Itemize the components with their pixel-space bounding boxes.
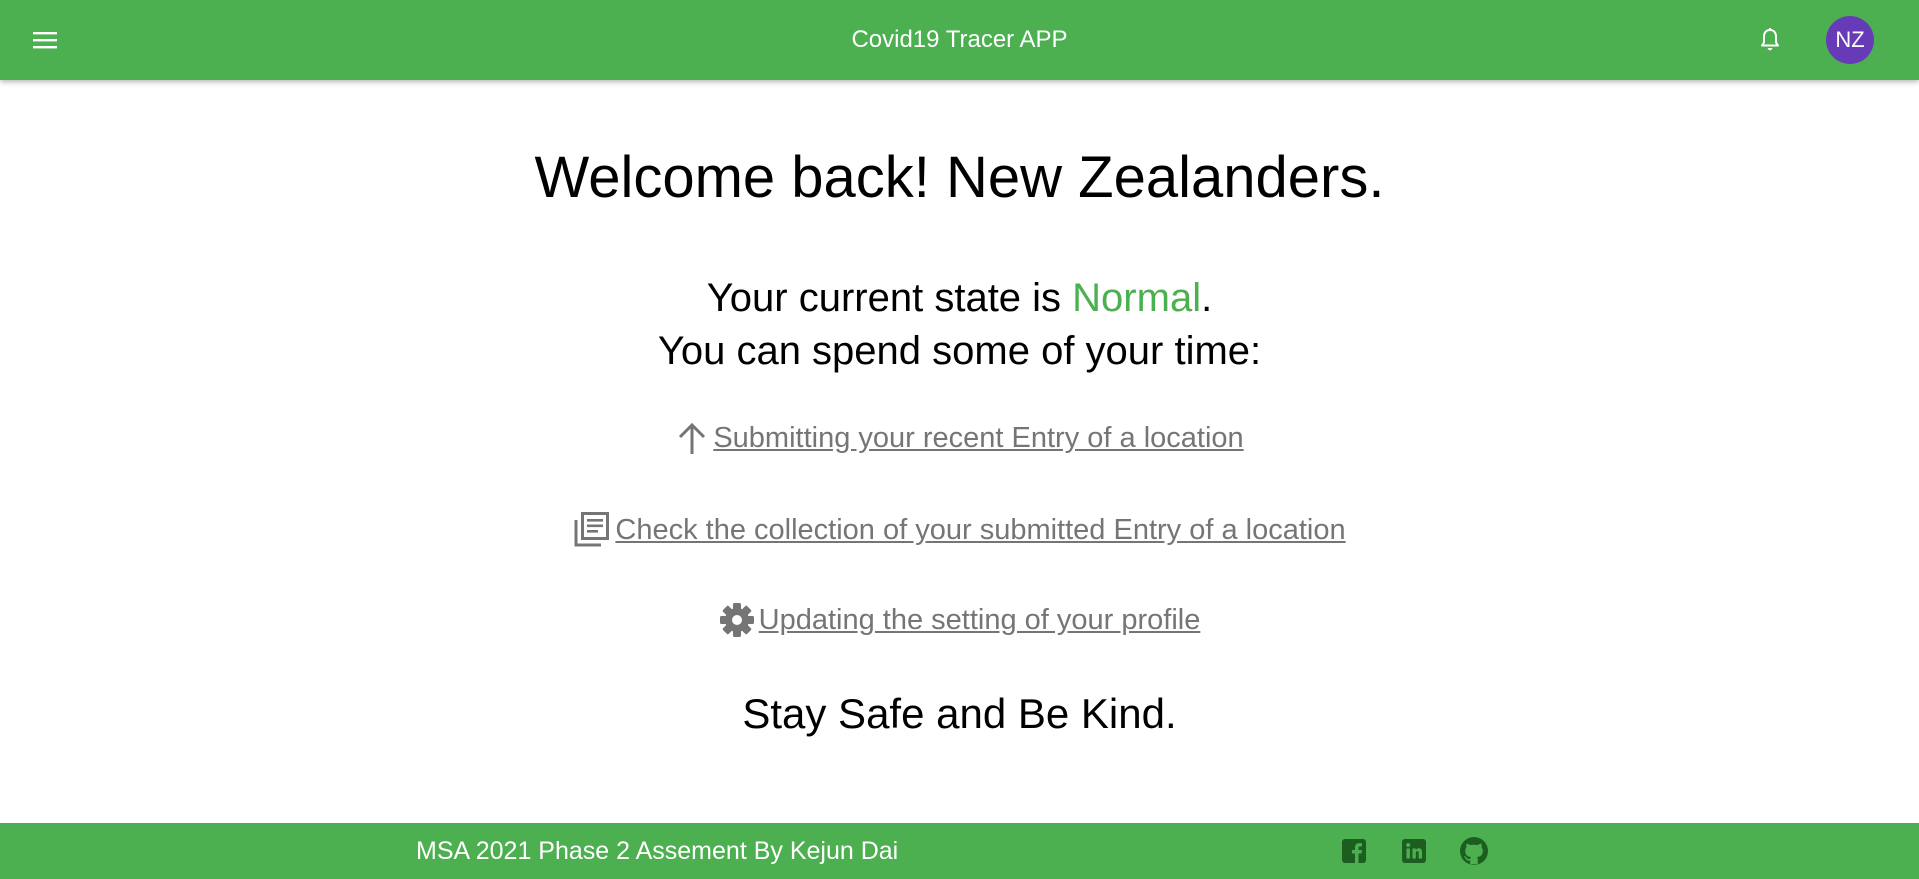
footer-credit: MSA 2021 Phase 2 Assement By Kejun Dai — [416, 837, 899, 865]
state-suffix: . — [1201, 276, 1213, 320]
library-books-icon — [573, 510, 611, 548]
submit-entry-link[interactable]: Submitting your recent Entry of a locati… — [713, 420, 1243, 456]
upload-arrow-icon — [675, 420, 709, 456]
notifications-button[interactable] — [1754, 22, 1786, 58]
menu-icon — [33, 32, 57, 49]
current-state-line: Your current state is Normal. — [0, 273, 1919, 323]
closing-message: Stay Safe and Be Kind. — [742, 690, 1177, 737]
action-update-profile: Updating the setting of your profile — [0, 602, 1919, 638]
app-bar: Covid19 Tracer APP NZ — [0, 0, 1919, 80]
github-link[interactable] — [1459, 836, 1489, 866]
gear-icon — [719, 602, 755, 638]
action-submit-entry: Submitting your recent Entry of a locati… — [0, 420, 1919, 456]
spend-time-line: You can spend some of your time: — [657, 329, 1262, 373]
state-value: Normal — [1072, 276, 1202, 320]
github-icon — [1460, 837, 1488, 865]
state-prefix: Your current state is — [706, 276, 1073, 320]
facebook-icon — [1342, 839, 1366, 863]
user-avatar[interactable]: NZ — [1826, 16, 1874, 64]
welcome-heading: Welcome back! New Zealanders. — [534, 145, 1385, 210]
main-content: Welcome back! New Zealanders. Your curre… — [0, 80, 1919, 823]
action-check-collection: Check the collection of your submitted E… — [0, 510, 1919, 548]
bell-icon — [1761, 28, 1779, 51]
footer: MSA 2021 Phase 2 Assement By Kejun Dai — [0, 823, 1919, 879]
app-root: Covid19 Tracer APP NZ Welcome back! New … — [0, 0, 1919, 879]
facebook-link[interactable] — [1339, 836, 1369, 866]
update-profile-link[interactable]: Updating the setting of your profile — [759, 602, 1201, 638]
menu-button[interactable] — [24, 22, 66, 58]
app-title: Covid19 Tracer APP — [851, 26, 1068, 53]
check-collection-link[interactable]: Check the collection of your submitted E… — [615, 512, 1345, 548]
linkedin-icon — [1402, 839, 1426, 863]
linkedin-link[interactable] — [1399, 836, 1429, 866]
